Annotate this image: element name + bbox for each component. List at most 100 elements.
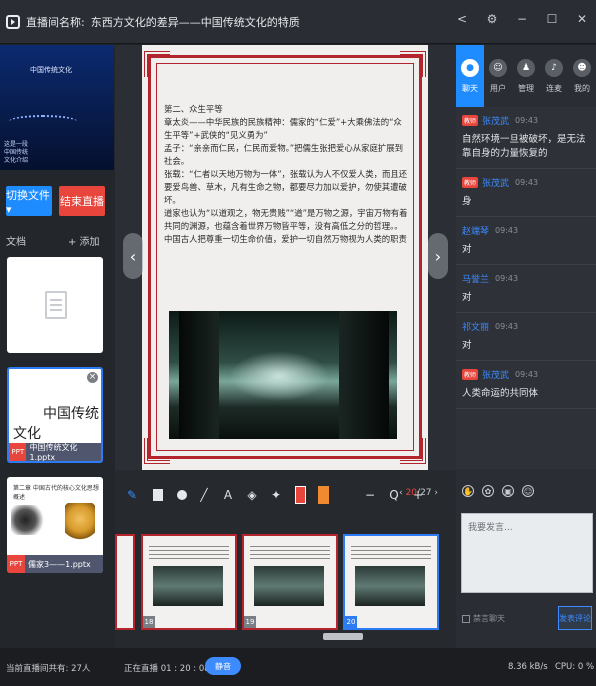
end-live-button[interactable]: 结束直播: [59, 186, 105, 216]
sender-name[interactable]: 张茂武: [482, 176, 509, 189]
corner-ornament: [400, 438, 426, 464]
chat-tools: ✋ ✿ ▣ ☺: [456, 469, 596, 513]
pager-prev[interactable]: ‹: [399, 488, 403, 498]
thumb-title-a: 中国传统: [43, 406, 99, 422]
emoji-icon[interactable]: ☺: [522, 485, 534, 497]
forbid-label: 禁言聊天: [473, 614, 505, 623]
slide-thumb-partial[interactable]: [115, 534, 135, 630]
live-classroom-app: 直播间名称: 东西方文化的差异——中国传统文化的特质 < ⚙ − ☐ ✕ 中国传…: [0, 0, 596, 686]
slide-number: 20: [345, 616, 357, 628]
file-icon: [45, 291, 67, 319]
title-bar: 直播间名称: 东西方文化的差异——中国传统文化的特质 < ⚙ − ☐ ✕: [0, 0, 596, 44]
send-comment-button[interactable]: 发表评论: [558, 606, 592, 630]
slide-paragraph: 道家也认为“以道观之，物无贵贱”“道”是万物之源，宇宙万物有着共同的渊源，也蕴含…: [164, 208, 408, 231]
preview-text: 这是一段 中国传统 文化介绍: [4, 141, 29, 164]
maximize-icon[interactable]: ☐: [544, 12, 560, 26]
mute-button[interactable]: 静音: [205, 657, 241, 675]
ink-image: [11, 505, 47, 535]
thumb-image: [355, 566, 425, 606]
color-orange-swatch[interactable]: [318, 486, 329, 504]
chat-icon: ●: [461, 58, 479, 77]
sender-name[interactable]: 祁文丽: [462, 320, 489, 333]
chat-message: 教师 张茂武 09:43 自然环境一旦被破坏，是无法靠自身的力量恢复的: [456, 107, 596, 169]
pager-next[interactable]: ›: [434, 488, 438, 498]
minimize-icon[interactable]: −: [514, 12, 530, 26]
slide-thumb-19[interactable]: 19: [242, 534, 338, 630]
status-bar: 当前直播间共有: 27人 正在直播 01 : 20 : 08 静音 8.36 k…: [0, 648, 596, 686]
mic-icon: ♪: [545, 58, 563, 77]
slide-paragraph: 章太炎——中华民族的民族精神：儒家的“仁爱”+大乘佛法的“众生平等”+武侠的“见…: [164, 117, 402, 140]
buddha-image: [65, 503, 95, 543]
pen-icon[interactable]: ✎: [125, 488, 139, 502]
add-document-button[interactable]: + 添加: [68, 233, 100, 248]
tree-left: [179, 311, 219, 439]
chat-message: 祁文丽 09:43 对: [456, 313, 596, 361]
manage-icon: ♟: [517, 58, 535, 77]
room-name-value: 东西方文化的差异——中国传统文化的特质: [90, 15, 300, 29]
message-text: 对: [462, 340, 472, 351]
preview-title: 中国传统文化: [30, 66, 72, 74]
filmstrip-scrollbar[interactable]: [323, 633, 363, 640]
flower-icon[interactable]: ✿: [482, 485, 494, 497]
teacher-badge: 教师: [462, 114, 479, 126]
sender-name[interactable]: 赵端琴: [462, 224, 489, 237]
close-icon[interactable]: ×: [87, 372, 98, 383]
documents-label: 文档: [6, 237, 26, 248]
ppt-badge: PPT: [7, 555, 25, 573]
prev-slide-button[interactable]: ‹: [123, 233, 143, 279]
zoom-out-icon[interactable]: −: [363, 488, 377, 502]
blank-document[interactable]: [7, 257, 103, 353]
room-name-label: 直播间名称:: [26, 15, 85, 29]
document-thumb-1[interactable]: 中国传统 文化 × PPT 中国传统文化1.pptx: [7, 367, 103, 463]
chat-input[interactable]: 我要发言...: [461, 513, 593, 593]
slide-number: 19: [244, 616, 256, 628]
slide-number: 18: [143, 616, 155, 628]
clear-icon[interactable]: ✦: [269, 488, 283, 502]
slide-thumb-20[interactable]: 20: [343, 534, 439, 630]
me-icon: ☻: [573, 58, 591, 77]
circle-icon[interactable]: [177, 490, 187, 500]
tab-me[interactable]: ☻ 我的: [568, 45, 596, 107]
settings-icon[interactable]: ⚙: [484, 12, 500, 26]
text-icon[interactable]: A: [221, 488, 235, 502]
cpu-usage: CPU: 0 %: [555, 662, 595, 672]
preview-wave: [8, 115, 78, 129]
share-icon[interactable]: <: [454, 12, 470, 26]
checkbox[interactable]: [462, 614, 470, 623]
message-time: 09:43: [515, 177, 539, 187]
message-time: 09:43: [495, 321, 519, 331]
users-icon: ☺: [489, 58, 507, 77]
color-red-swatch[interactable]: [295, 486, 306, 504]
online-count: 当前直播间共有: 27人: [6, 664, 91, 674]
tab-users[interactable]: ☺ 用户: [484, 45, 512, 107]
next-slide-button[interactable]: ›: [428, 233, 448, 279]
tab-mic[interactable]: ♪ 连麦: [540, 45, 568, 107]
rect-icon[interactable]: [153, 489, 163, 501]
close-icon[interactable]: ✕: [574, 12, 590, 26]
panel-tabs: ● 聊天 ☺ 用户 ♟ 管理 ♪ 连麦 ☻ 我的: [456, 45, 596, 107]
page-indicator: ‹ 20/27 ›: [399, 488, 438, 498]
slide-stage: 第二、众生平等 章太炎——中华民族的民族精神：儒家的“仁爱”+大乘佛法的“众生平…: [115, 45, 456, 470]
sender-name[interactable]: 马誉兰: [462, 272, 489, 285]
line-icon[interactable]: ╱: [197, 488, 211, 502]
tab-manage[interactable]: ♟ 管理: [512, 45, 540, 107]
hand-icon[interactable]: ✋: [462, 485, 474, 497]
slide-body: 第二、众生平等 章太炎——中华民族的民族精神：儒家的“仁爱”+大乘佛法的“众生平…: [164, 103, 410, 246]
image-icon[interactable]: ▣: [502, 485, 514, 497]
thumb-title-b: 文化: [13, 426, 41, 442]
chat-message: 教师 张茂武 09:43 身: [456, 169, 596, 217]
teacher-badge: 教师: [462, 176, 479, 188]
chat-message: 马誉兰 09:43 对: [456, 265, 596, 313]
slide-thumb-18[interactable]: 18: [141, 534, 237, 630]
tab-chat[interactable]: ● 聊天: [456, 45, 484, 107]
document-thumb-2[interactable]: 第二章 中国古代的核心文化思想概述 PPT 儒家3——1.pptx: [7, 477, 103, 573]
message-time: 09:43: [495, 225, 519, 235]
switch-file-button[interactable]: 切换文件 ▾: [6, 186, 52, 216]
sender-name[interactable]: 张茂武: [482, 368, 509, 381]
sender-name[interactable]: 张茂武: [482, 114, 509, 127]
forbid-chat-toggle[interactable]: 禁言聊天: [462, 613, 505, 624]
eraser-icon[interactable]: ◈: [245, 488, 259, 502]
slide-heading: 第二、众生平等: [164, 104, 223, 114]
thumb-lines: [149, 546, 229, 560]
forest-photo: [169, 311, 397, 439]
